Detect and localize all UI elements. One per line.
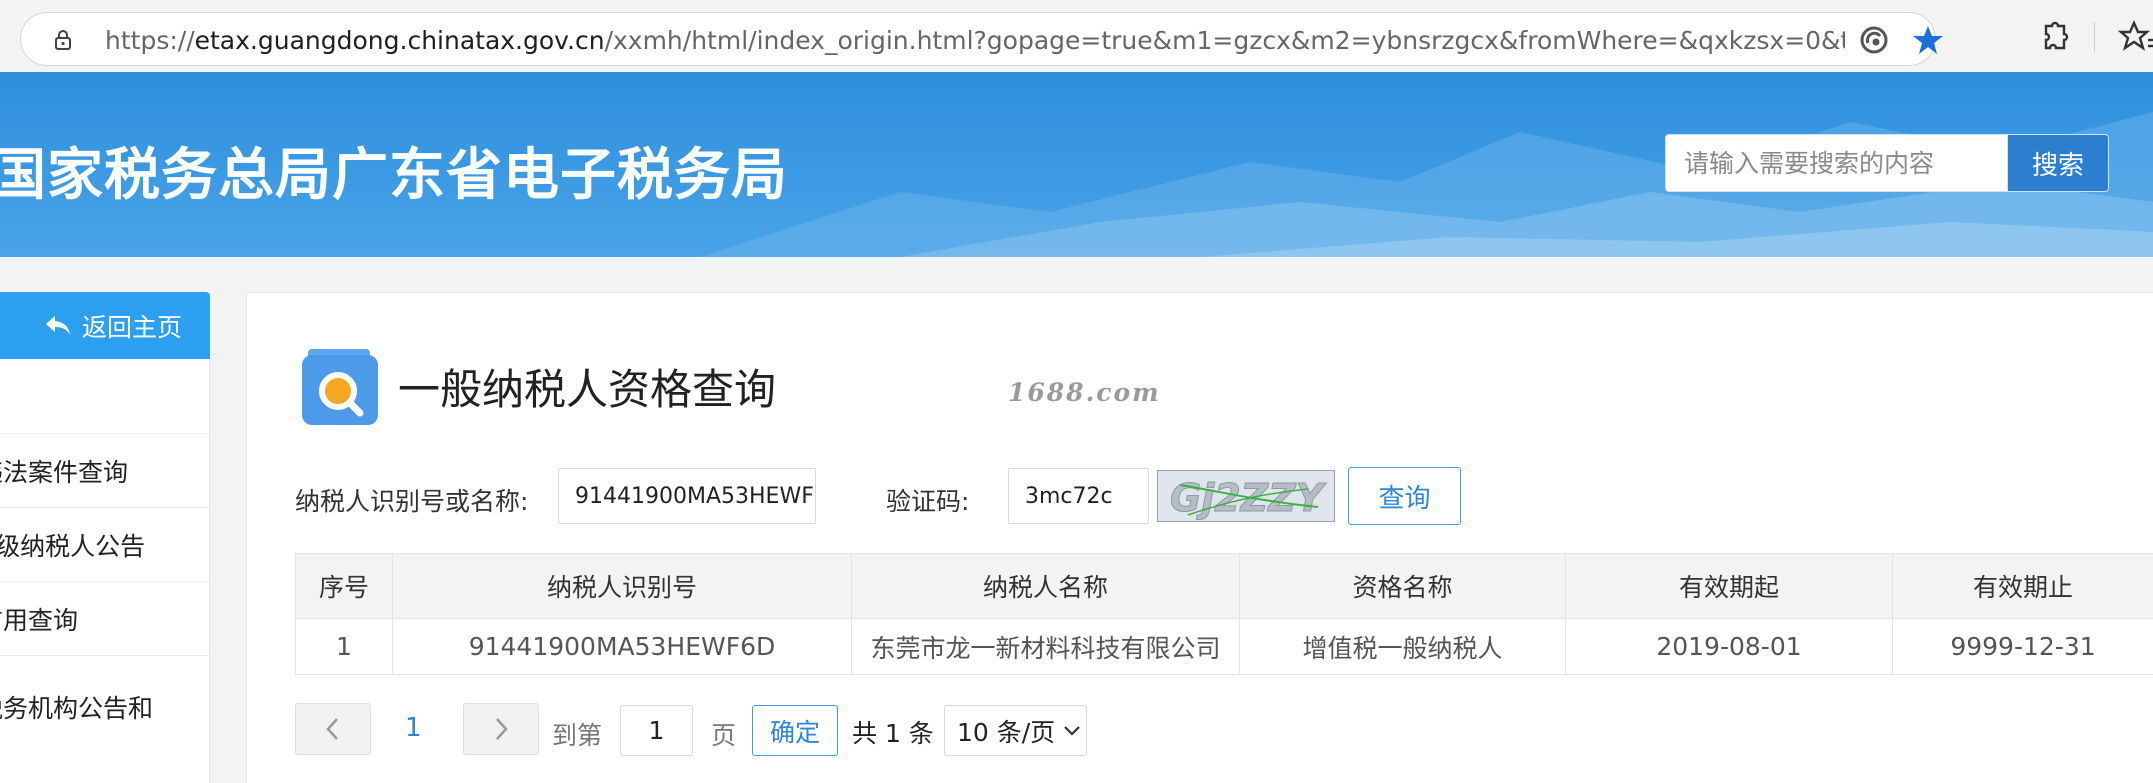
search-document-icon xyxy=(302,349,378,425)
site-search-button[interactable]: 搜索 xyxy=(2007,134,2109,192)
lock-icon[interactable] xyxy=(51,28,75,52)
sidebar-item-label: A级纳税人公告 xyxy=(0,531,146,561)
header-banner: 国家税务总局广东省电子税务局 搜索 xyxy=(0,72,2153,257)
sidebar-item-credit-query[interactable]: 信用查询 xyxy=(0,581,210,655)
site-search-input[interactable] xyxy=(1666,135,2008,191)
sidebar-item-label: 信用查询 xyxy=(0,605,79,635)
cell-valid-to: 9999-12-31 xyxy=(1892,619,2153,675)
site-search-box[interactable] xyxy=(1665,134,2009,192)
address-bar[interactable]: https://etax.guangdong.chinatax.gov.cn/x… xyxy=(20,12,1943,66)
next-page-button[interactable] xyxy=(463,703,539,755)
page-title: 一般纳税人资格查询 xyxy=(398,365,777,414)
captcha-image[interactable]: Gj2ZZY xyxy=(1157,470,1335,522)
total-count: 共 1 条 xyxy=(852,719,934,748)
back-home-button[interactable]: 返回主页 xyxy=(0,292,210,359)
sidebar-item-label: 违法案件查询 xyxy=(0,457,129,487)
sidebar-item-illegal-cases[interactable]: 违法案件查询 xyxy=(0,433,210,507)
cell-qualification: 增值税一般纳税人 xyxy=(1239,619,1565,675)
col-header-index: 序号 xyxy=(295,553,392,619)
back-arrow-icon xyxy=(45,315,70,335)
extensions-icon[interactable] xyxy=(2034,18,2072,56)
site-title: 国家税务总局广东省电子税务局 xyxy=(0,143,788,208)
col-header-valid-to: 有效期止 xyxy=(1892,553,2153,619)
sidebar-item-a-level-taxpayer[interactable]: A级纳税人公告 xyxy=(0,507,210,581)
cell-index: 1 xyxy=(295,619,392,675)
captcha-graphic: Gj2ZZY xyxy=(1158,471,1334,521)
prev-page-button[interactable] xyxy=(295,703,371,755)
page-size-select[interactable]: 10 条/页 xyxy=(944,705,1087,756)
page-number-current[interactable]: 1 xyxy=(405,713,422,743)
favorites-icon[interactable] xyxy=(2118,18,2153,56)
table-row: 1 91441900MA53HEWF6D 东莞市龙一新材料科技有限公司 增值税一… xyxy=(295,619,2153,675)
url-text[interactable]: https://etax.guangdong.chinatax.gov.cn/x… xyxy=(105,26,1845,55)
chevron-down-icon xyxy=(1064,725,1080,736)
goto-suffix-label: 页 xyxy=(711,721,737,750)
favorite-star-icon[interactable] xyxy=(1911,23,1945,57)
back-home-label: 返回主页 xyxy=(81,312,182,342)
read-aloud-icon[interactable] xyxy=(1857,23,1891,57)
goto-prefix-label: 到第 xyxy=(552,721,603,750)
col-header-taxpayer-id: 纳税人识别号 xyxy=(392,553,851,619)
cell-valid-from: 2019-08-01 xyxy=(1565,619,1892,675)
sidebar-item-tax-agency-notice[interactable]: 税务机构公告和 xyxy=(0,655,210,757)
page-size-value: 10 条/页 xyxy=(957,717,1056,747)
taxpayer-id-label: 纳税人识别号或名称: xyxy=(295,487,529,516)
goto-confirm-button[interactable]: 确定 xyxy=(752,705,838,756)
captcha-label: 验证码: xyxy=(886,487,970,516)
goto-page-input[interactable]: 1 xyxy=(620,705,693,756)
col-header-taxpayer-name: 纳税人名称 xyxy=(851,553,1239,619)
chevron-right-icon xyxy=(496,718,508,740)
table-header-row: 序号 纳税人识别号 纳税人名称 资格名称 有效期起 有效期止 xyxy=(295,553,2153,619)
col-header-valid-from: 有效期起 xyxy=(1565,553,1892,619)
col-header-qualification: 资格名称 xyxy=(1239,553,1565,619)
captcha-input[interactable]: 3mc72c xyxy=(1008,468,1149,524)
watermark-text: 1688.com xyxy=(1008,378,1161,407)
sidebar: 返回主页 违法案件查询 A级纳税人公告 信用查询 税务机构公告和 xyxy=(0,292,210,783)
cell-taxpayer-id: 91441900MA53HEWF6D xyxy=(392,619,851,675)
query-button[interactable]: 查询 xyxy=(1348,467,1461,525)
toolbar-separator xyxy=(2094,22,2095,52)
taxpayer-id-input[interactable]: 91441900MA53HEWF6D xyxy=(558,468,816,524)
chevron-left-icon xyxy=(326,718,338,740)
sidebar-item-label: 税务机构公告和 xyxy=(0,693,154,723)
cell-taxpayer-name: 东莞市龙一新材料科技有限公司 xyxy=(851,619,1239,675)
browser-chrome: https://etax.guangdong.chinatax.gov.cn/x… xyxy=(0,0,2153,72)
